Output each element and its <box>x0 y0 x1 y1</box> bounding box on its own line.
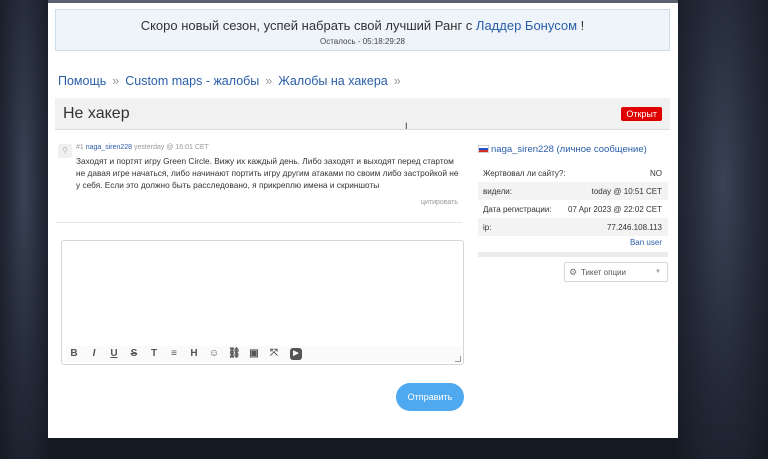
info-value: 07 Apr 2023 @ 22:02 CET <box>568 205 662 214</box>
sidebar-divider <box>478 252 668 257</box>
ban-user-link[interactable]: Ban user <box>630 238 662 247</box>
youtube-icon[interactable]: ▶ <box>290 348 302 360</box>
breadcrumb-separator: » <box>112 74 120 88</box>
info-label: видели: <box>483 187 512 196</box>
post-pin-icon: ⚲ <box>58 144 72 158</box>
heading-button[interactable]: H <box>188 348 200 360</box>
post-body: Заходят и портят игру Green Circle. Вижу… <box>76 156 459 190</box>
footer-strip <box>48 438 678 459</box>
gear-icon: ⚙ <box>569 267 578 277</box>
info-value: 77.246.108.113 <box>606 223 662 232</box>
reply-textarea[interactable]: B I U S T ≡ H ☺ ⛓ ▣ ⤧ ▶ <box>61 240 464 365</box>
page-title: Не хакер <box>63 105 130 122</box>
page-content: Скоро новый сезон, успей набрать свой лу… <box>48 3 678 438</box>
status-badge: Открыт <box>621 107 662 121</box>
editor-toolbar: B I U S T ≡ H ☺ ⛓ ▣ ⤧ ▶ <box>66 346 461 362</box>
info-label: ip: <box>483 223 492 232</box>
sidebar-user-link[interactable]: naga_siren228 <box>491 144 554 155</box>
russia-flag-icon <box>478 145 489 153</box>
chevron-down-icon: ▼ <box>655 269 661 275</box>
season-timer: Осталось - 05:18:29:28 <box>320 37 405 46</box>
breadcrumb-separator: » <box>265 74 273 88</box>
info-row-donated: Жертвовал ли сайту?: NO <box>478 164 668 182</box>
strikethrough-button[interactable]: S <box>128 348 140 360</box>
image-icon[interactable]: ▣ <box>248 348 260 360</box>
info-label: Жертвовал ли сайту?: <box>483 169 566 178</box>
info-value: NO <box>650 169 662 178</box>
bold-button[interactable]: B <box>68 348 80 360</box>
info-row-ip: ip: 77.246.108.113 <box>478 218 668 236</box>
info-row-registered: Дата регистрации: 07 Apr 2023 @ 22:02 CE… <box>478 200 668 218</box>
banner-text: Скоро новый сезон, успей набрать свой лу… <box>56 18 669 33</box>
post-time: yesterday @ 16:01 CET <box>134 144 209 151</box>
text-cursor-icon: I <box>405 121 408 131</box>
post-author-link[interactable]: naga_siren228 <box>86 144 132 151</box>
banner-text-before: Скоро новый сезон, успей набрать свой лу… <box>140 18 476 33</box>
ticket-options-select[interactable]: ⚙ Тикет опции ▼ <box>564 262 668 282</box>
info-row-seen: видели: today @ 10:51 CET <box>478 182 668 200</box>
breadcrumb-separator: » <box>393 74 401 88</box>
sidebar-user: naga_siren228 (личное сообщение) <box>478 144 647 155</box>
list-button[interactable]: ≡ <box>168 348 180 360</box>
post-number: #1 <box>76 144 84 151</box>
ticket-options-label: Тикет опции <box>581 268 626 277</box>
emoji-icon[interactable]: ☺ <box>208 348 220 360</box>
post-header: #1 naga_siren228 yesterday @ 16:01 CET <box>76 144 209 151</box>
underline-button[interactable]: U <box>108 348 120 360</box>
link-icon[interactable]: ⛓ <box>228 348 241 360</box>
season-banner: Скоро новый сезон, успей набрать свой лу… <box>55 9 670 51</box>
italic-button[interactable]: I <box>88 348 100 360</box>
ladder-bonus-link[interactable]: Ладдер Бонусом <box>476 18 577 33</box>
background-right <box>678 0 768 459</box>
breadcrumb-hacker-reports[interactable]: Жалобы на хакера <box>278 74 388 88</box>
breadcrumb-help[interactable]: Помощь <box>58 74 106 88</box>
breadcrumb: Помощь » Custom maps - жалобы » Жалобы на ха… <box>58 74 407 88</box>
breadcrumb-custom-maps[interactable]: Custom maps - жалобы <box>125 74 259 88</box>
banner-text-after: ! <box>577 18 585 33</box>
send-button[interactable]: Отправить <box>396 383 464 411</box>
info-label: Дата регистрации: <box>483 205 552 214</box>
text-format-button[interactable]: T <box>148 348 160 360</box>
post-divider <box>56 222 462 223</box>
quote-link[interactable]: цитировать <box>421 199 458 206</box>
resize-handle[interactable] <box>455 356 461 362</box>
private-message-link[interactable]: (личное сообщение) <box>557 144 647 155</box>
collapse-icon[interactable]: ⤧ <box>268 348 280 360</box>
info-value: today @ 10:51 CET <box>591 187 662 196</box>
ticket-titlebar: Не хакер Открыт <box>55 98 670 130</box>
background-left <box>0 0 48 459</box>
